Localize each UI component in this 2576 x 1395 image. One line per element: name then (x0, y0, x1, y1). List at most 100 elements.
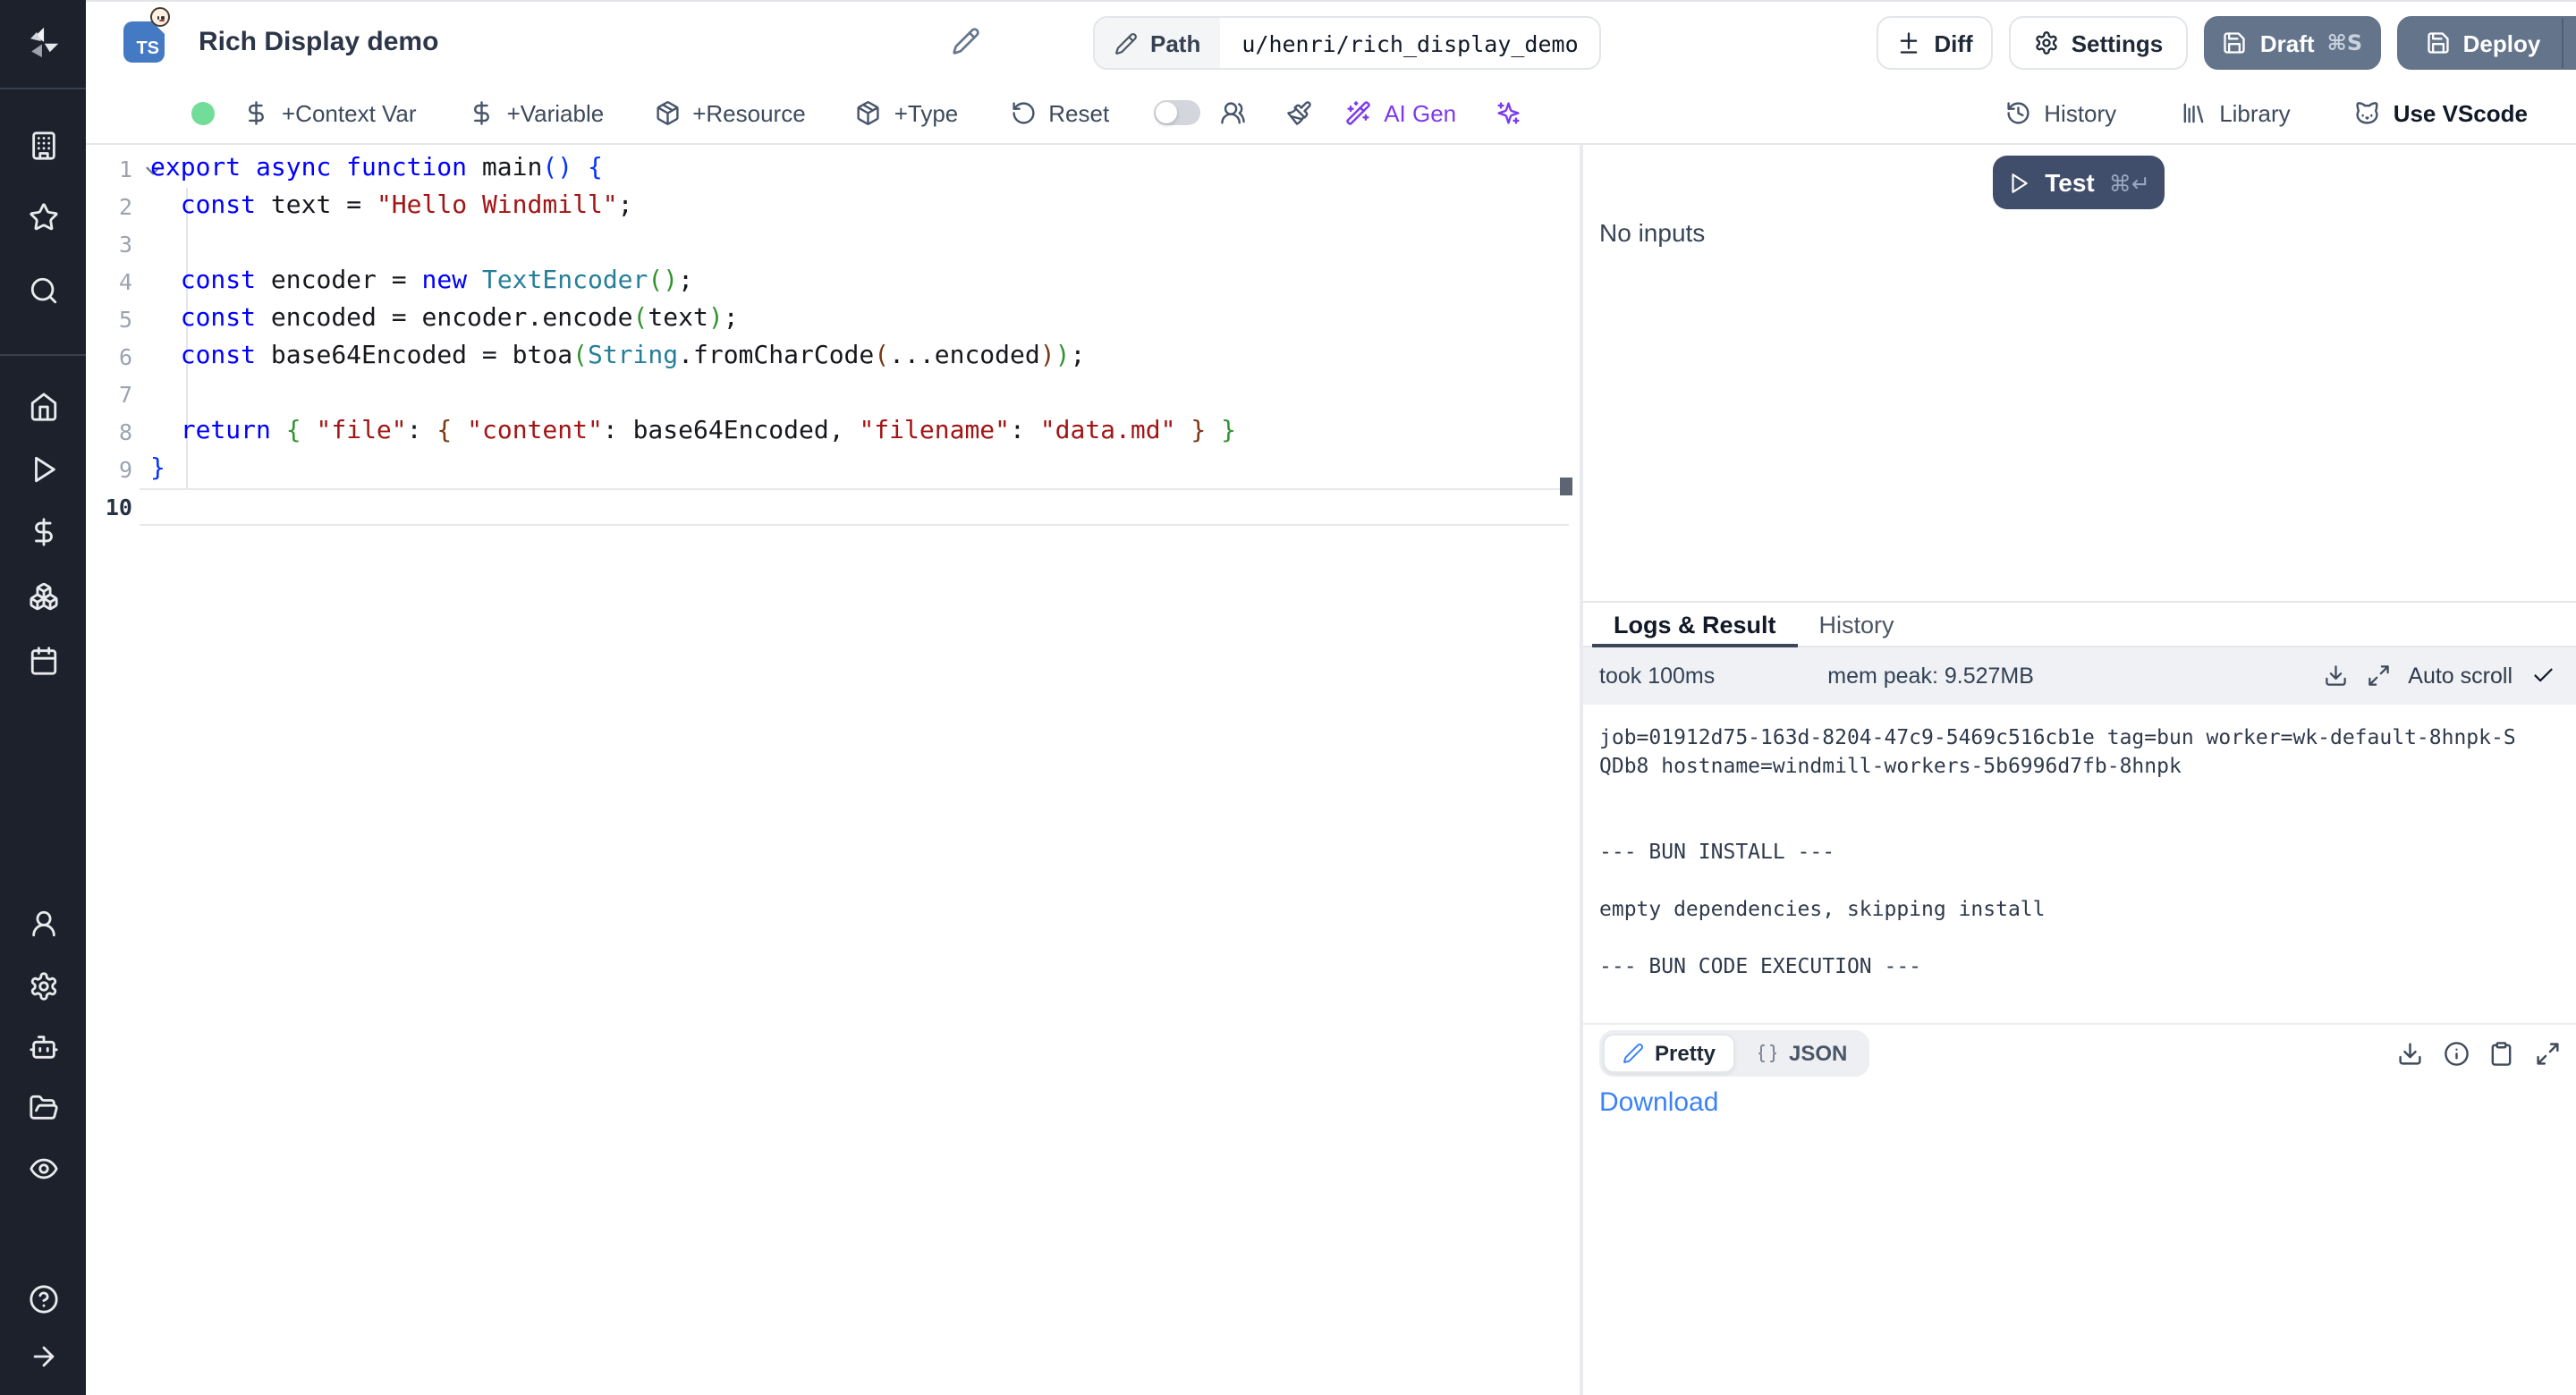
add-type-button[interactable]: +Type (856, 99, 959, 126)
ai-gen-button[interactable]: AI Gen (1345, 99, 1456, 126)
workspace-building-icon[interactable] (0, 122, 86, 168)
line-number: 4 (86, 263, 132, 300)
search-icon-button[interactable] (0, 266, 86, 313)
download-result-link[interactable]: Download (1599, 1087, 1718, 1118)
settings-button[interactable]: Settings (2009, 16, 2188, 70)
format-code-button[interactable] (1285, 100, 1311, 126)
json-toggle[interactable]: JSON (1739, 1034, 1865, 1073)
sidebar-item-help[interactable] (0, 1275, 86, 1322)
play-icon (2007, 171, 2030, 194)
code-line: const encoded = encoder.encode(text); (150, 300, 1569, 338)
expand-logs-icon[interactable] (2366, 664, 2390, 689)
info-icon[interactable] (2443, 1041, 2469, 1067)
sidebar-item-audit[interactable] (0, 1145, 86, 1191)
code-editor[interactable]: 12345678910 export async function main()… (86, 145, 1580, 1395)
library-button[interactable]: Library (2181, 99, 2291, 126)
download-result-icon[interactable] (2397, 1041, 2423, 1067)
favorites-star-icon[interactable] (0, 193, 86, 240)
help-icon (28, 1283, 58, 1314)
tab-logs-result[interactable]: Logs & Result (1592, 603, 1798, 646)
line-number: 9 (86, 451, 132, 488)
path-value[interactable]: u/henri/rich_display_demo (1220, 18, 1599, 68)
save-icon (2426, 30, 2451, 55)
autoscroll-label: Auto scroll (2408, 664, 2512, 689)
history-button[interactable]: History (2005, 99, 2116, 126)
baby-emoji-icon (150, 7, 170, 27)
code-line: } (150, 451, 1569, 488)
dollar-icon (469, 100, 495, 126)
sidebar-item-workers[interactable] (0, 1023, 86, 1070)
diff-icon (1896, 30, 1921, 55)
pen-icon (1623, 1043, 1644, 1064)
home-icon (28, 391, 58, 421)
gear-icon (28, 970, 58, 1001)
building-icon (28, 130, 58, 160)
sidebar-item-variables[interactable] (0, 508, 86, 554)
ai-sparkles-button[interactable] (1496, 100, 1521, 126)
gear-icon (2034, 30, 2059, 55)
mem-peak-label: mem peak: 9.527MB (1827, 664, 2034, 689)
deploy-button[interactable]: Deploy (2397, 16, 2576, 70)
eye-icon (28, 1153, 58, 1183)
windmill-logo-icon[interactable] (0, 18, 86, 68)
library-icon (2181, 100, 2207, 126)
add-variable-button[interactable]: +Variable (469, 99, 605, 126)
code-line: const text = "Hello Windmill"; (150, 188, 1569, 225)
path-field[interactable]: Path u/henri/rich_display_demo (1093, 16, 1602, 70)
sidebar-item-resources[interactable] (0, 572, 86, 619)
app-sidebar (0, 0, 86, 1395)
calendar-icon (28, 645, 58, 675)
collab-toggle[interactable] (1154, 100, 1200, 125)
sidebar-item-users[interactable] (0, 900, 86, 946)
result-toolbar: Pretty JSON (1599, 1030, 2560, 1077)
boxes-icon (28, 580, 58, 611)
save-icon (2223, 30, 2248, 55)
deploy-dropdown-chevron-icon[interactable] (2562, 18, 2576, 68)
toolbar-right-group: History Library Use VScode (2005, 99, 2576, 126)
add-resource-button[interactable]: +Resource (654, 99, 805, 126)
line-number: 6 (86, 338, 132, 376)
multiplayer-users-button[interactable] (1220, 100, 1246, 126)
use-vscode-button[interactable]: Use VScode (2355, 99, 2528, 126)
pencil-icon (1114, 31, 1138, 55)
edit-summary-pencil-icon[interactable] (952, 27, 980, 55)
clipboard-icon[interactable] (2488, 1041, 2514, 1067)
code-line (140, 488, 1569, 526)
result-tabs: Logs & Result History (1583, 603, 2576, 647)
history-clock-icon (2005, 100, 2031, 126)
arrow-right-icon (28, 1340, 58, 1371)
braces-icon (1757, 1043, 1778, 1064)
top-bar: TS Rich Display demo Path u/henri/rich_d… (86, 0, 2576, 82)
line-number: 5 (86, 300, 132, 338)
sidebar-item-home[interactable] (0, 383, 86, 429)
sidebar-expand-button[interactable] (0, 1332, 86, 1379)
line-number: 2 (86, 188, 132, 225)
duration-label: took 100ms (1599, 664, 1715, 689)
add-context-var-button[interactable]: +Context Var (243, 99, 417, 126)
sparkles-icon (1496, 100, 1521, 126)
sidebar-item-runs[interactable] (0, 445, 86, 492)
line-number: 7 (86, 376, 132, 413)
expand-result-icon[interactable] (2534, 1041, 2560, 1067)
diff-button[interactable]: Diff (1877, 16, 1993, 70)
sidebar-item-settings[interactable] (0, 962, 86, 1009)
sidebar-divider (0, 88, 86, 89)
sidebar-item-schedules[interactable] (0, 637, 86, 683)
package-icon (856, 100, 882, 126)
code-line (150, 376, 1569, 413)
tab-history[interactable]: History (1798, 603, 1916, 646)
pretty-toggle[interactable]: Pretty (1603, 1034, 1735, 1073)
check-icon[interactable] (2530, 664, 2555, 689)
test-button[interactable]: Test ⌘↵ (1993, 156, 2165, 209)
folder-open-icon (28, 1092, 58, 1122)
search-icon (28, 275, 58, 305)
reset-button[interactable]: Reset (1010, 99, 1109, 126)
save-draft-button[interactable]: Draft ⌘S (2204, 16, 2381, 70)
status-dot (191, 101, 215, 124)
run-panel: Test ⌘↵ No inputs Logs & Result History … (1583, 145, 2576, 1395)
sidebar-item-folders[interactable] (0, 1084, 86, 1130)
download-logs-icon[interactable] (2324, 664, 2348, 689)
typescript-badge: TS (123, 21, 165, 63)
run-status-strip: took 100ms mem peak: 9.527MB Auto scroll (1583, 647, 2576, 705)
path-label: Path (1095, 18, 1220, 68)
